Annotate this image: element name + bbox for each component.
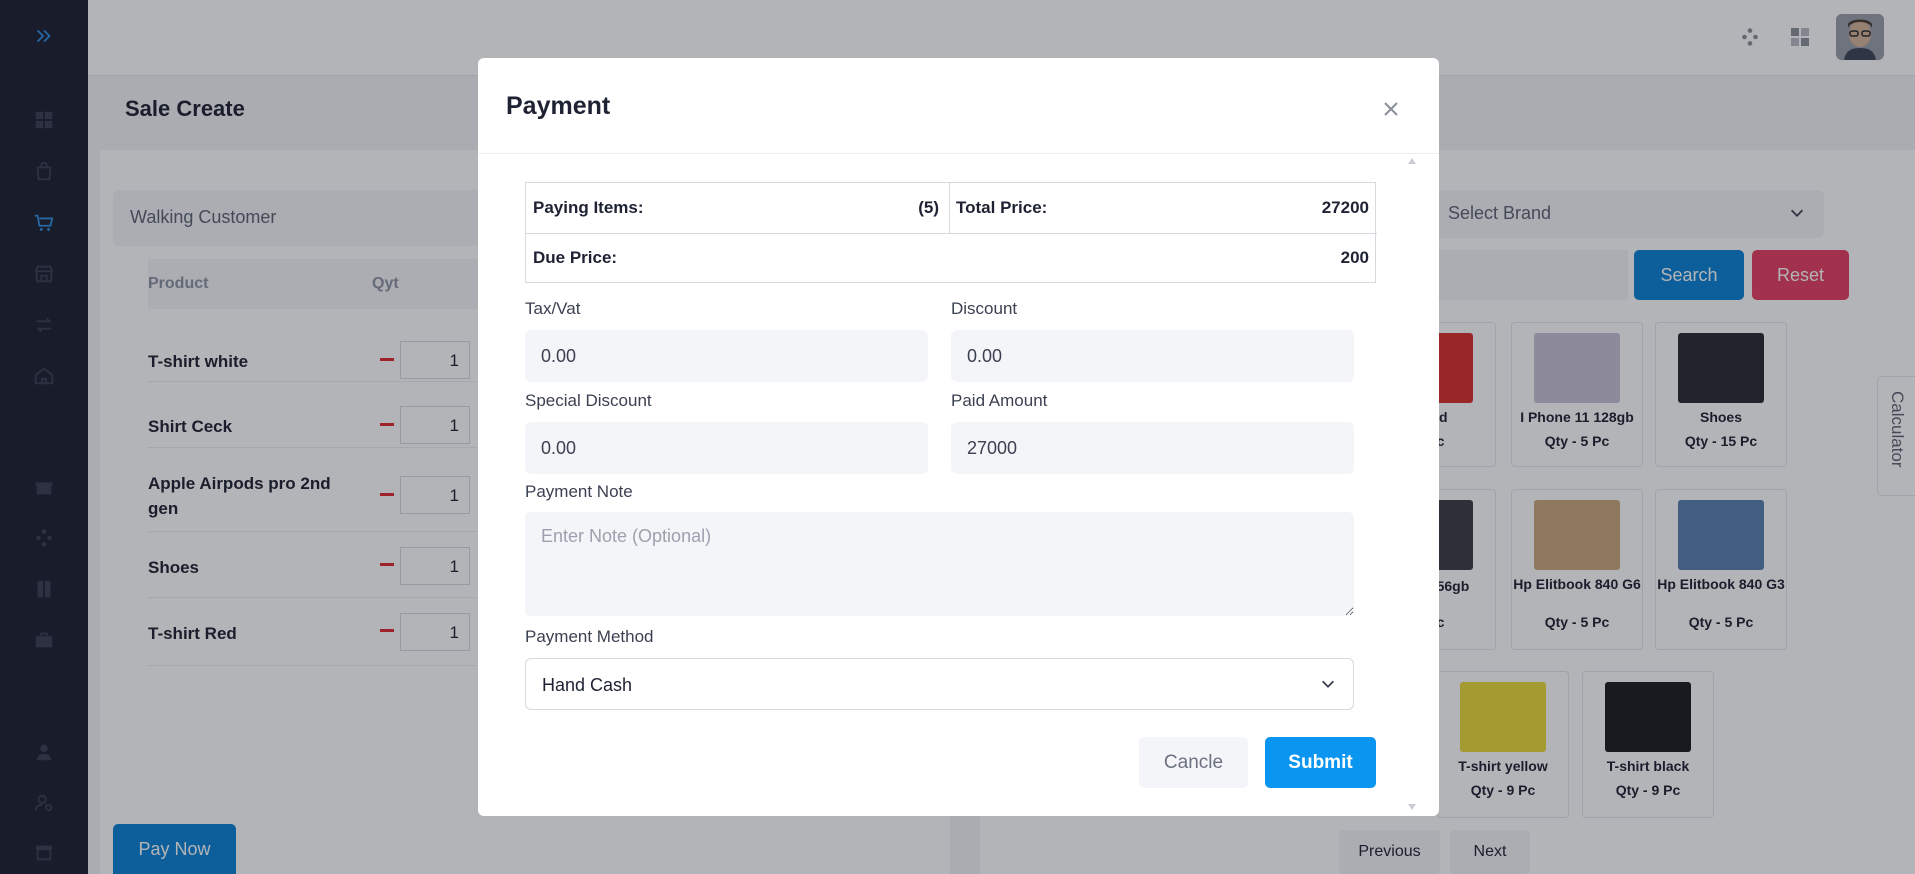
- total-price-label: Total Price:: [956, 198, 1048, 217]
- special-discount-label: Special Discount: [525, 391, 652, 410]
- scroll-down-icon[interactable]: [1408, 804, 1416, 810]
- discount-label: Discount: [951, 299, 1018, 318]
- due-price-label: Due Price:: [533, 248, 618, 267]
- modal-title: Payment: [506, 92, 611, 120]
- discount-input[interactable]: [951, 330, 1354, 382]
- paid-amount-label: Paid Amount: [951, 391, 1048, 410]
- tax-label: Tax/Vat: [525, 299, 581, 318]
- payment-summary-table: Paying Items: (5) Total Price: 27200 Due…: [525, 182, 1377, 283]
- payment-note-label: Payment Note: [525, 482, 633, 501]
- table-divider: [526, 233, 1377, 234]
- paying-items-value: (5): [918, 198, 939, 217]
- due-price-value: 200: [1340, 248, 1369, 267]
- scroll-up-icon[interactable]: [1408, 158, 1416, 164]
- payment-modal: Payment Paying Items: (5) Total Price: 2…: [478, 58, 1439, 816]
- close-icon[interactable]: [1378, 96, 1404, 122]
- paying-items-label: Paying Items:: [533, 198, 644, 217]
- paid-amount-input[interactable]: [951, 422, 1354, 474]
- cancel-button[interactable]: Cancle: [1139, 737, 1248, 788]
- special-discount-input[interactable]: [525, 422, 928, 474]
- tax-input[interactable]: [525, 330, 928, 382]
- table-divider: [949, 183, 950, 233]
- chevron-down-icon: [1321, 680, 1335, 688]
- submit-button[interactable]: Submit: [1265, 737, 1376, 788]
- payment-method-value: Hand Cash: [542, 675, 633, 695]
- total-price-value: 27200: [1321, 198, 1369, 217]
- modal-divider: [478, 153, 1439, 154]
- payment-note-textarea[interactable]: [525, 512, 1354, 616]
- payment-method-select[interactable]: Hand Cash: [525, 658, 1354, 710]
- payment-method-label: Payment Method: [525, 627, 654, 646]
